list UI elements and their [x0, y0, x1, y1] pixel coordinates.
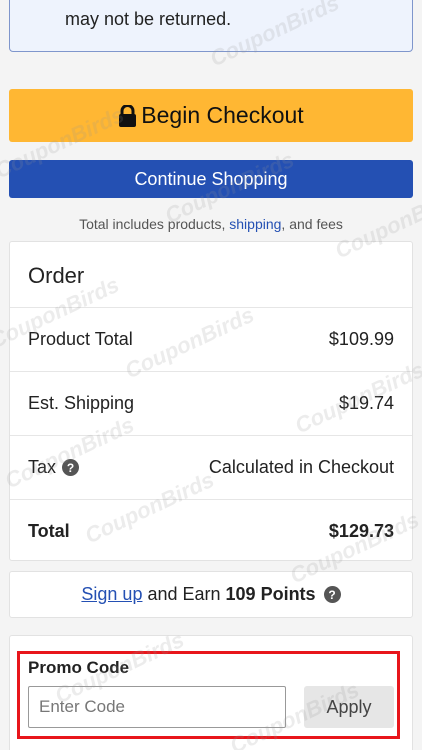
points-value: 109 Points [225, 584, 316, 604]
apply-button[interactable]: Apply [304, 686, 394, 728]
begin-checkout-button[interactable]: Begin Checkout [9, 89, 413, 142]
notice-banner: may not be returned. [9, 0, 413, 52]
total-row: Total $129.73 [10, 499, 412, 563]
totals-note-text: Total includes products, [79, 216, 230, 232]
totals-note: Total includes products, shipping, and f… [0, 216, 422, 232]
shipping-label: Est. Shipping [28, 393, 135, 413]
total-value: $129.73 [328, 521, 394, 541]
lock-icon [119, 104, 137, 127]
sign-up-link[interactable]: Sign up [81, 584, 142, 605]
tax-value: Calculated in Checkout [208, 457, 394, 477]
points-card: Sign up and Earn 109 Points ? [9, 571, 413, 618]
product-total-row: Product Total $109.99 [10, 307, 412, 371]
continue-shopping-label: Continue Shopping [134, 168, 288, 189]
product-total-value: $109.99 [328, 329, 394, 349]
help-icon[interactable]: ? [62, 459, 80, 476]
tax-label: Tax [28, 457, 57, 477]
total-label: Total [28, 521, 70, 541]
begin-checkout-label: Begin Checkout [141, 102, 304, 128]
points-text: and Earn [147, 584, 221, 604]
tax-row: Tax ? Calculated in Checkout [10, 435, 412, 499]
order-title: Order [28, 263, 85, 288]
help-icon[interactable]: ? [323, 586, 341, 603]
product-total-label: Product Total [28, 329, 133, 349]
notice-text: may not be returned. [65, 9, 232, 29]
continue-shopping-button[interactable]: Continue Shopping [9, 160, 413, 198]
promo-code-input[interactable] [28, 686, 286, 728]
shipping-value: $19.74 [338, 393, 394, 413]
totals-note-text-end: , and fees [281, 216, 343, 232]
order-summary-card: Order Product Total $109.99 Est. Shippin… [9, 241, 413, 561]
shipping-row: Est. Shipping $19.74 [10, 371, 412, 435]
promo-code-label: Promo Code [28, 658, 130, 677]
shipping-link[interactable]: shipping [229, 216, 281, 232]
tax-label-wrap: Tax ? [28, 457, 80, 478]
